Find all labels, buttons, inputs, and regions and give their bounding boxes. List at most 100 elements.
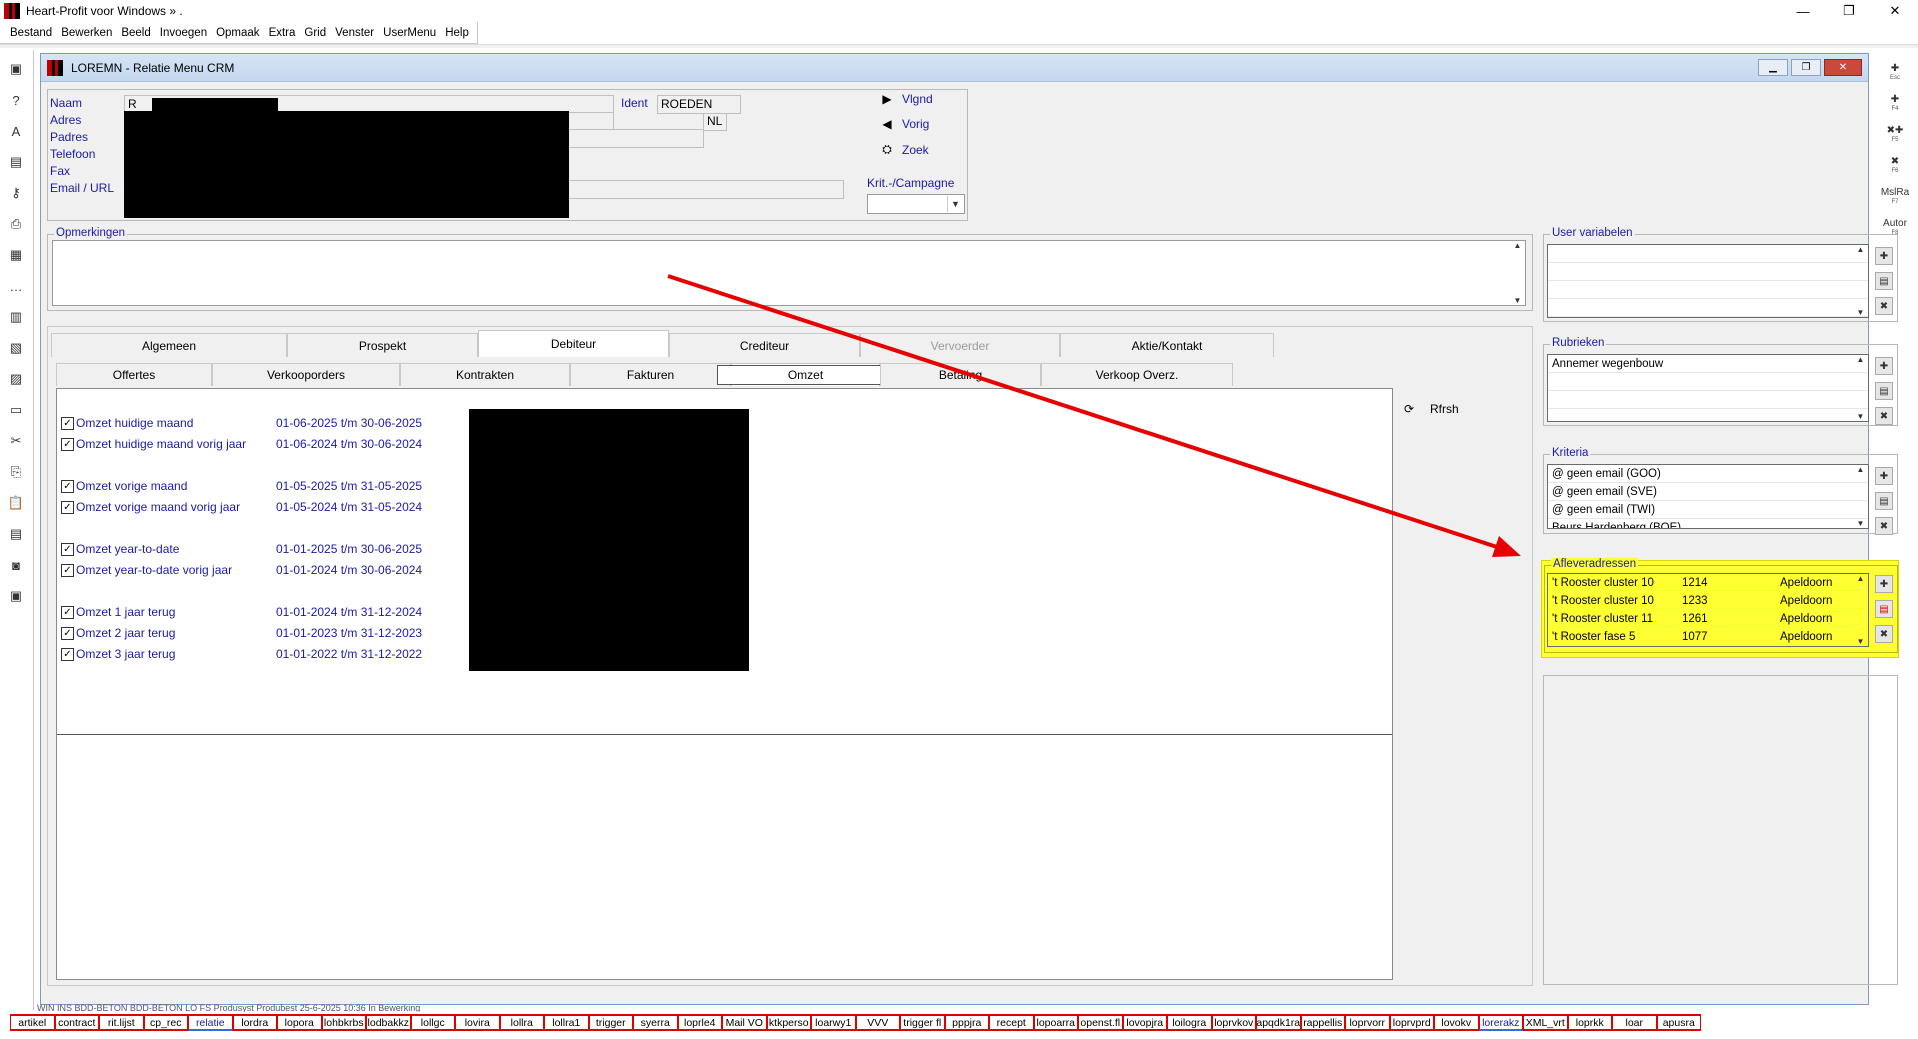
checkbox[interactable]: ✓ bbox=[61, 647, 74, 661]
edit-icon[interactable]: ▤ bbox=[1875, 272, 1893, 290]
delete-icon[interactable]: ✖ bbox=[1875, 297, 1893, 315]
bottom-tab-lordra[interactable]: lordra bbox=[232, 1014, 277, 1031]
bottom-tab-ktkperso[interactable]: ktkperso bbox=[766, 1014, 811, 1031]
add-icon[interactable]: ✚ bbox=[1875, 247, 1893, 265]
list-row[interactable]: 't Rooster fase 5 1077 Apeldoorn bbox=[1548, 628, 1868, 646]
grid-icon[interactable]: ▥ bbox=[6, 306, 26, 328]
screen-icon[interactable]: ▣ bbox=[6, 58, 26, 80]
tab-debiteur[interactable]: Debiteur bbox=[478, 330, 669, 357]
menu-help[interactable]: Help bbox=[445, 27, 469, 39]
window-minimize-button[interactable]: ▁ bbox=[1758, 59, 1788, 76]
list-row[interactable] bbox=[1548, 245, 1868, 263]
list-row[interactable] bbox=[1548, 299, 1868, 317]
scroll-down-icon[interactable]: ▼ bbox=[1857, 412, 1865, 421]
list-scrollbar[interactable]: ▲ ▼ bbox=[1853, 355, 1868, 421]
list-row[interactable]: Annemer wegenbouw bbox=[1548, 355, 1868, 373]
dots-icon[interactable]: … bbox=[6, 275, 26, 297]
omzet-row[interactable]: ✓ Omzet 2 jaar terug bbox=[61, 626, 175, 640]
bottom-tab-lorerakz[interactable]: lorerakz bbox=[1478, 1014, 1523, 1031]
checkbox[interactable]: ✓ bbox=[61, 479, 74, 493]
bottom-tab-loprvorr[interactable]: loprvorr bbox=[1345, 1014, 1390, 1031]
delete-icon[interactable]: ✖ bbox=[1875, 407, 1893, 425]
bottom-tab-loilogra[interactable]: loilogra bbox=[1167, 1014, 1212, 1031]
bottom-tab-trigger-fl[interactable]: trigger fl bbox=[900, 1014, 945, 1031]
bottom-tab-openst-fl[interactable]: openst.fl bbox=[1078, 1014, 1123, 1031]
campaign-select[interactable]: ▼ bbox=[867, 194, 965, 214]
bottom-tab-lopoarra[interactable]: lopoarra bbox=[1033, 1014, 1078, 1031]
list-row[interactable]: 't Rooster cluster 10 1233 Apeldoorn bbox=[1548, 592, 1868, 610]
bottom-tab-apusra[interactable]: apusra bbox=[1656, 1014, 1701, 1031]
subtab-kontrakten[interactable]: Kontrakten bbox=[400, 363, 570, 386]
checkbox[interactable]: ✓ bbox=[61, 542, 74, 556]
bottom-tab-syerra[interactable]: syerra bbox=[633, 1014, 678, 1031]
scissors-icon[interactable]: ✂ bbox=[6, 430, 26, 452]
checkbox[interactable]: ✓ bbox=[61, 563, 74, 577]
list-row[interactable] bbox=[1548, 263, 1868, 281]
menu-grid[interactable]: Grid bbox=[304, 27, 326, 39]
menu-invoegen[interactable]: Invoegen bbox=[160, 27, 207, 39]
refresh-button[interactable]: ⟳ Rfrsh bbox=[1404, 396, 1490, 422]
list-row[interactable] bbox=[1548, 373, 1868, 391]
f4-button[interactable]: ✚ F4 bbox=[1878, 89, 1912, 117]
bottom-tab-lovokv[interactable]: lovokv bbox=[1434, 1014, 1479, 1031]
copy-icon[interactable]: ⎘ bbox=[6, 461, 26, 483]
bottom-tab-rit-lijst[interactable]: rit.lijst bbox=[99, 1014, 144, 1031]
add-icon[interactable]: ✚ bbox=[1875, 357, 1893, 375]
tab-algemeen[interactable]: Algemeen bbox=[51, 333, 287, 357]
bottom-tab-recept[interactable]: recept bbox=[989, 1014, 1034, 1031]
bottom-tab-rappellis[interactable]: rappellis bbox=[1300, 1014, 1345, 1031]
scroll-down-icon[interactable]: ▼ bbox=[1857, 308, 1865, 317]
opmerkingen-textarea[interactable]: ▲ ▼ bbox=[52, 240, 1526, 306]
list-row[interactable]: @ geen email (GOO) bbox=[1548, 465, 1868, 483]
window-icon[interactable]: ▦ bbox=[6, 244, 26, 266]
search-button[interactable]: ⛭ Zoek bbox=[872, 142, 929, 157]
bottom-tab-VVV[interactable]: VVV bbox=[855, 1014, 900, 1031]
print-icon[interactable]: ⎙ bbox=[6, 213, 26, 235]
bottom-tab-lodbakkz[interactable]: lodbakkz bbox=[366, 1014, 411, 1031]
key-icon[interactable]: ⚷ bbox=[6, 182, 26, 204]
list-row[interactable]: Beurs Hardenberg (BOE) bbox=[1548, 519, 1868, 529]
kriteria-list[interactable]: @ geen email (GOO) @ geen email (SVE) @ ge… bbox=[1547, 464, 1869, 529]
omzet-row[interactable]: ✓ Omzet huidige maand vorig jaar bbox=[61, 437, 246, 451]
window-close-button[interactable]: ✕ bbox=[1824, 59, 1862, 76]
close-button[interactable]: ✕ bbox=[1872, 0, 1918, 22]
monitor-icon[interactable]: ▣ bbox=[6, 585, 26, 607]
tab-prospekt[interactable]: Prospekt bbox=[287, 333, 478, 357]
user-variabelen-list[interactable]: ▲ ▼ bbox=[1547, 244, 1869, 318]
list-scrollbar[interactable]: ▲ ▼ bbox=[1853, 465, 1868, 528]
maximize-button[interactable]: ❐ bbox=[1826, 0, 1872, 22]
bottom-tab-trigger[interactable]: trigger bbox=[588, 1014, 633, 1031]
camera-icon[interactable]: ◙ bbox=[6, 554, 26, 576]
omzet-row[interactable]: ✓ Omzet year-to-date vorig jaar bbox=[61, 563, 232, 577]
bottom-tab-lollra[interactable]: lollra bbox=[499, 1014, 544, 1031]
chevron-down-icon[interactable]: ▼ bbox=[947, 196, 963, 212]
form-icon[interactable]: ▧ bbox=[6, 337, 26, 359]
bottom-tab-relatie[interactable]: relatie bbox=[188, 1014, 233, 1031]
list-row[interactable] bbox=[1548, 281, 1868, 299]
bottom-tab-pppjra[interactable]: pppjra bbox=[944, 1014, 989, 1031]
minimize-button[interactable]: — bbox=[1780, 0, 1826, 22]
bottom-tab-lovopjra[interactable]: lovopjra bbox=[1122, 1014, 1167, 1031]
list-row[interactable]: 't Rooster cluster 10 1214 Apeldoorn bbox=[1548, 574, 1868, 592]
bottom-tab-loarwy1[interactable]: loarwy1 bbox=[811, 1014, 856, 1031]
f6-button[interactable]: ✖ F6 bbox=[1878, 151, 1912, 179]
esc-button[interactable]: ✚ Esc bbox=[1878, 58, 1912, 86]
paste-icon[interactable]: 📋 bbox=[6, 492, 26, 514]
list-row[interactable]: @ geen email (TWI) bbox=[1548, 501, 1868, 519]
list-row[interactable]: @ geen email (SVE) bbox=[1548, 483, 1868, 501]
omzet-row[interactable]: ✓ Omzet huidige maand bbox=[61, 416, 193, 430]
bottom-tab-loprvprd[interactable]: loprvprd bbox=[1389, 1014, 1434, 1031]
bottom-tab-lohbkrbs[interactable]: lohbkrbs bbox=[321, 1014, 366, 1031]
f5-button[interactable]: ✖✚ F5 bbox=[1878, 120, 1912, 148]
subtab-offertes[interactable]: Offertes bbox=[56, 363, 212, 386]
omzet-row[interactable]: ✓ Omzet vorige maand bbox=[61, 479, 187, 493]
subtab-betaling[interactable]: Betaling bbox=[880, 363, 1041, 386]
checkbox[interactable]: ✓ bbox=[61, 626, 74, 640]
bottom-tab-lovira[interactable]: lovira bbox=[455, 1014, 500, 1031]
scroll-up-icon[interactable]: ▲ bbox=[1857, 355, 1865, 364]
subtab-verkoop-overz-[interactable]: Verkoop Overz. bbox=[1041, 363, 1233, 386]
bottom-tab-loar[interactable]: loar bbox=[1612, 1014, 1657, 1031]
edit-icon[interactable]: ▤ bbox=[1875, 600, 1893, 618]
tab-crediteur[interactable]: Crediteur bbox=[669, 333, 860, 357]
bottom-tab-artikel[interactable]: artikel bbox=[10, 1014, 55, 1031]
